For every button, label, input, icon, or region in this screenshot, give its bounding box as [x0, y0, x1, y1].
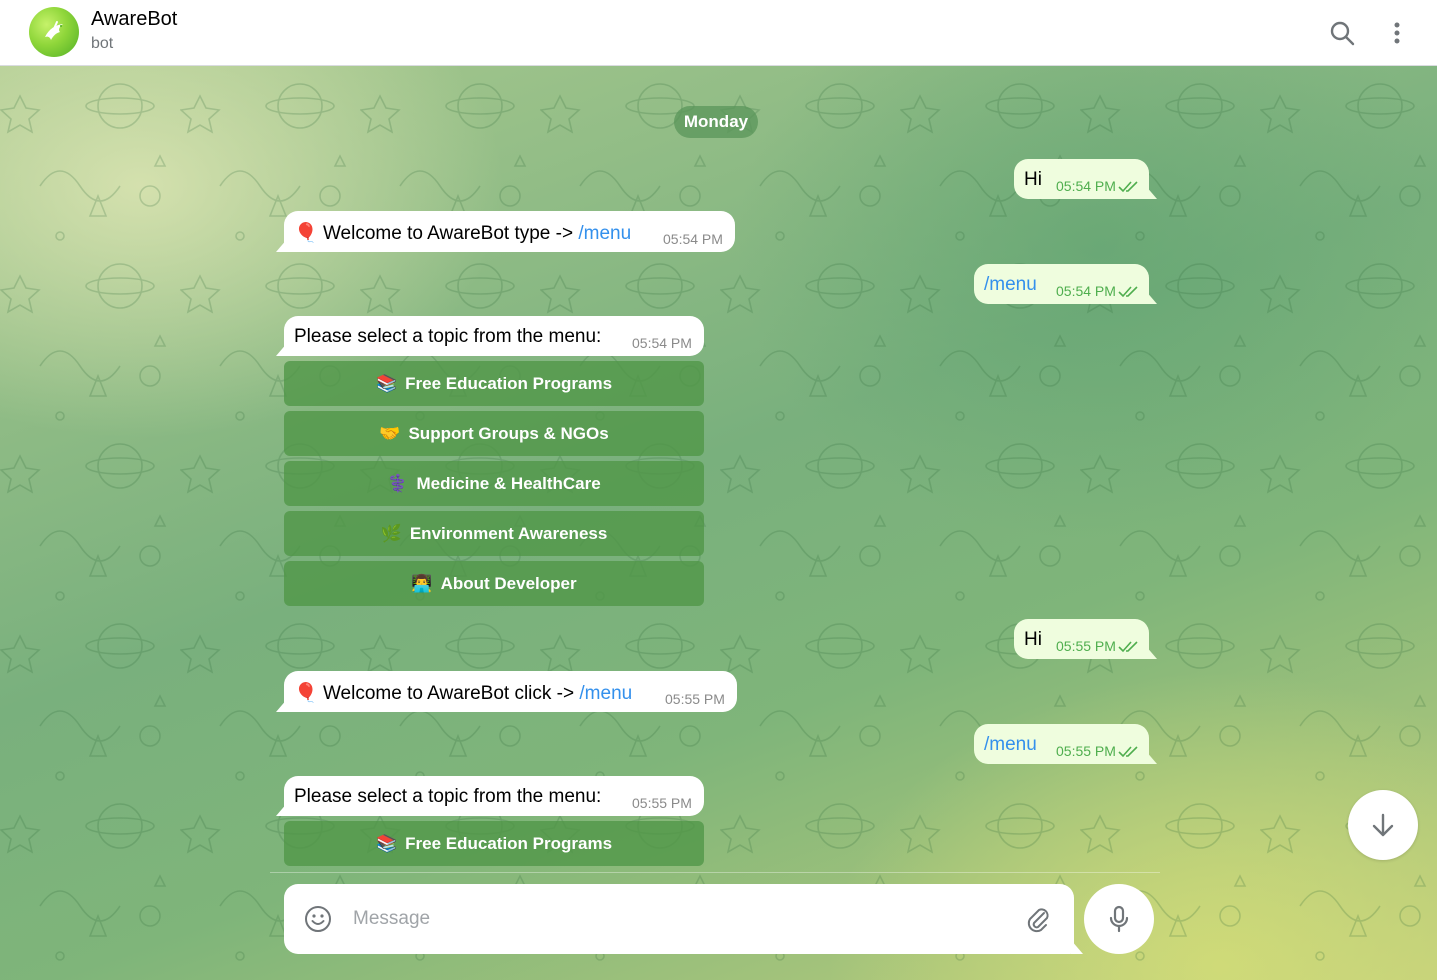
- message-composer[interactable]: Message: [284, 884, 1074, 954]
- more-menu-button[interactable]: [1382, 18, 1412, 48]
- inline-button-medicine[interactable]: ⚕️ Medicine & HealthCare: [284, 461, 704, 506]
- date-separator: Monday: [674, 106, 758, 138]
- chat-header: AwareBot bot: [0, 0, 1437, 66]
- menu-command-link[interactable]: /menu: [984, 734, 1037, 756]
- scroll-to-bottom-button[interactable]: [1348, 790, 1418, 860]
- message-time: 05:54 PM: [1056, 178, 1140, 194]
- chat-subtitle: bot: [91, 35, 114, 52]
- menu-command-link[interactable]: /menu: [579, 683, 632, 704]
- message-time: 05:54 PM: [632, 335, 692, 351]
- button-label: Free Education Programs: [405, 833, 613, 853]
- background-pattern: [0, 66, 1437, 980]
- incoming-message[interactable]: 🎈 Welcome to AwareBot click -> /menu 05:…: [284, 671, 737, 712]
- double-check-icon: [1118, 641, 1138, 653]
- message-time: 05:55 PM: [632, 795, 692, 811]
- microphone-icon: [1109, 905, 1129, 933]
- button-label: About Developer: [440, 573, 577, 593]
- books-icon: 📚: [375, 373, 398, 393]
- message-time: 05:54 PM: [663, 231, 723, 247]
- message-time: 05:55 PM: [665, 691, 725, 707]
- incoming-message[interactable]: Please select a topic from the menu: 05:…: [284, 316, 704, 356]
- chat-title[interactable]: AwareBot: [91, 8, 177, 31]
- voice-message-button[interactable]: [1084, 884, 1154, 954]
- button-label: Environment Awareness: [409, 523, 608, 543]
- balloon-icon: 🎈: [294, 223, 318, 244]
- arrow-down-icon: [1372, 813, 1394, 837]
- message-input[interactable]: Message: [353, 908, 430, 930]
- composer-divider: [270, 872, 1160, 873]
- technologist-icon: 👨‍💻: [411, 573, 433, 593]
- search-icon: [1330, 21, 1355, 46]
- menu-command-link[interactable]: /menu: [984, 274, 1037, 296]
- inline-button-support-groups[interactable]: 🤝 Support Groups & NGOs: [284, 411, 704, 456]
- inline-button-free-education[interactable]: 📚 Free Education Programs: [284, 361, 704, 406]
- dove-icon: [45, 21, 63, 40]
- incoming-message[interactable]: Please select a topic from the menu: 05:…: [284, 776, 704, 816]
- paperclip-icon[interactable]: [1024, 905, 1052, 933]
- inline-button-about-developer[interactable]: 👨‍💻 About Developer: [284, 561, 704, 606]
- smiley-icon[interactable]: [304, 905, 332, 933]
- double-check-icon: [1118, 286, 1138, 298]
- message-text: Hi: [1024, 169, 1042, 190]
- message-text: Please select a topic from the menu:: [294, 786, 602, 807]
- message-text: 🎈 Welcome to AwareBot type -> /menu: [294, 223, 632, 244]
- bot-avatar[interactable]: [29, 7, 79, 57]
- message-time: 05:54 PM: [1056, 283, 1140, 299]
- message-time: 05:55 PM: [1056, 743, 1140, 759]
- balloon-icon: 🎈: [294, 683, 318, 704]
- outgoing-message[interactable]: /menu 05:54 PM: [974, 264, 1149, 304]
- incoming-message[interactable]: 🎈 Welcome to AwareBot type -> /menu 05:5…: [284, 211, 735, 252]
- double-check-icon: [1118, 746, 1138, 758]
- message-text: 🎈 Welcome to AwareBot click -> /menu: [294, 683, 633, 704]
- inline-button-environment[interactable]: 🌿 Environment Awareness: [284, 511, 704, 556]
- outgoing-message[interactable]: /menu 05:55 PM: [974, 724, 1149, 764]
- button-label: Free Education Programs: [405, 373, 613, 393]
- handshake-icon: 🤝: [379, 423, 401, 443]
- inline-button-free-education[interactable]: 📚 Free Education Programs: [284, 821, 704, 866]
- more-vertical-icon: [1394, 22, 1400, 44]
- search-button[interactable]: [1327, 18, 1357, 48]
- outgoing-message[interactable]: Hi 05:54 PM: [1014, 159, 1149, 199]
- message-text: Hi: [1024, 629, 1042, 650]
- double-check-icon: [1118, 181, 1138, 193]
- outgoing-message[interactable]: Hi 05:55 PM: [1014, 619, 1149, 659]
- books-icon: 📚: [375, 833, 398, 853]
- button-label: Medicine & HealthCare: [416, 473, 601, 493]
- button-label: Support Groups & NGOs: [408, 423, 609, 443]
- message-text: Please select a topic from the menu:: [294, 326, 602, 347]
- menu-command-link[interactable]: /menu: [578, 223, 631, 244]
- message-time: 05:55 PM: [1056, 638, 1140, 654]
- medical-symbol-icon: ⚕️: [387, 473, 409, 493]
- chat-area[interactable]: Monday Hi 05:54 PM 🎈 Welcome to AwareBot…: [0, 66, 1437, 980]
- herb-icon: 🌿: [380, 523, 402, 543]
